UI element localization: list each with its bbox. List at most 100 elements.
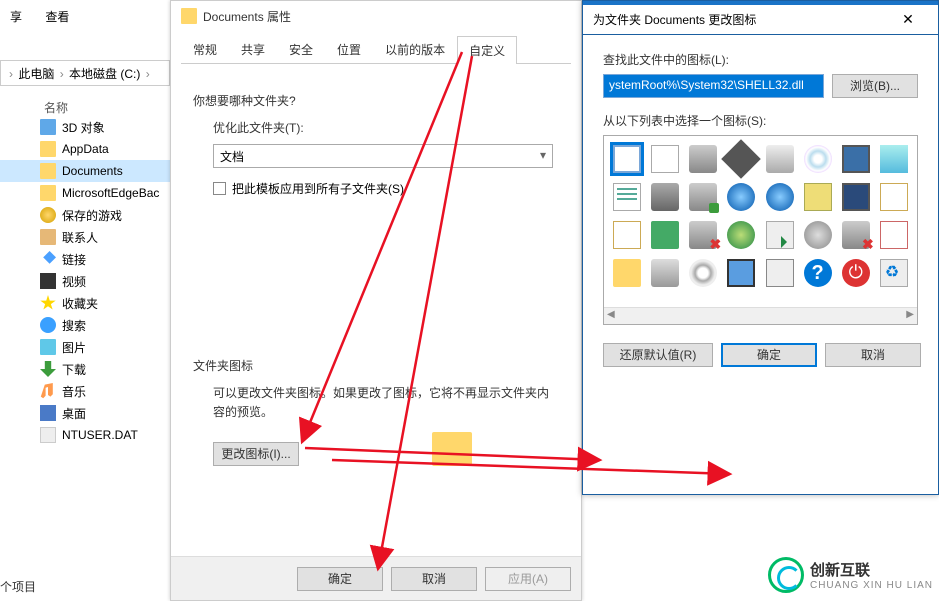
- icon-option[interactable]: [877, 218, 911, 252]
- file-list: 3D 对象 AppDataDocuments MicrosoftEdgeBac 保存的…: [0, 116, 170, 446]
- icon-option[interactable]: [648, 218, 682, 252]
- tab[interactable]: 共享: [229, 35, 277, 63]
- dialog-button-row: 确定 取消 应用(A): [171, 556, 581, 600]
- icon-option[interactable]: [763, 256, 797, 290]
- document-icon: [613, 221, 641, 249]
- icon-option[interactable]: [877, 180, 911, 214]
- icon-option[interactable]: [724, 218, 758, 252]
- list-item[interactable]: 保存的游戏: [0, 204, 170, 226]
- browse-button[interactable]: 浏览(B)...: [832, 74, 918, 98]
- optimize-select[interactable]: 文档: [213, 144, 553, 168]
- dialog-title-text: Documents 属性: [203, 8, 291, 25]
- list-item[interactable]: Documents: [0, 160, 170, 182]
- ok-button[interactable]: 确定: [721, 343, 817, 367]
- item-label: 3D 对象: [62, 119, 105, 136]
- tab[interactable]: 以前的版本: [373, 35, 457, 63]
- breadcrumb-part[interactable]: 本地磁盘 (C:): [69, 67, 140, 81]
- icon-option[interactable]: [801, 142, 835, 176]
- gear-icon: [804, 221, 832, 249]
- icon-option[interactable]: [763, 218, 797, 252]
- icon-option[interactable]: [763, 180, 797, 214]
- breadcrumb[interactable]: › 此电脑 › 本地磁盘 (C:) ›: [0, 60, 170, 86]
- list-item[interactable]: 下载: [0, 358, 170, 380]
- item-label: 桌面: [62, 405, 86, 422]
- breadcrumb-part[interactable]: 此电脑: [18, 67, 54, 81]
- icon-grid-container: ? ⏻: [603, 135, 918, 325]
- menu-item[interactable]: 享: [0, 0, 32, 33]
- change-icon-dialog: 为文件夹 Documents 更改图标 ✕ 查找此文件中的图标(L): yste…: [582, 0, 939, 495]
- explorer-menu: 享 查看: [0, 0, 170, 32]
- icon-option[interactable]: [686, 180, 720, 214]
- icon-option[interactable]: [801, 218, 835, 252]
- document-icon: [613, 145, 641, 173]
- close-button[interactable]: ✕: [888, 6, 928, 34]
- icon-option[interactable]: [724, 142, 758, 176]
- icon-option[interactable]: [610, 142, 644, 176]
- icon-option[interactable]: [877, 142, 911, 176]
- ok-button[interactable]: 确定: [297, 567, 383, 591]
- folder-preview-icon: [432, 432, 472, 466]
- tab[interactable]: 安全: [277, 35, 325, 63]
- cd-icon: [689, 259, 717, 287]
- drive-icon: [689, 145, 717, 173]
- restore-defaults-button[interactable]: 还原默认值(R): [603, 343, 713, 367]
- icon-option[interactable]: [610, 256, 644, 290]
- item-icon: [40, 383, 56, 399]
- watermark: 创新互联 CHUANG XIN HU LIAN: [768, 557, 933, 593]
- calculator-icon: [766, 259, 794, 287]
- icon-option[interactable]: [839, 218, 873, 252]
- icon-option[interactable]: [877, 256, 911, 290]
- icon-option[interactable]: [724, 180, 758, 214]
- icon-option[interactable]: [763, 142, 797, 176]
- icon-option[interactable]: [686, 256, 720, 290]
- apply-template-checkbox-row[interactable]: 把此模板应用到所有子文件夹(S): [213, 180, 559, 197]
- change-icon-button[interactable]: 更改图标(I)...: [213, 442, 299, 466]
- folder-icon: [613, 259, 641, 287]
- icon-option[interactable]: [648, 256, 682, 290]
- horizontal-scrollbar[interactable]: [604, 307, 917, 324]
- cancel-button[interactable]: 取消: [391, 567, 477, 591]
- disconnected-drive-icon: [689, 221, 717, 249]
- group-description: 可以更改文件夹图标。如果更改了图标，它将不再显示文件夹内容的预览。: [213, 384, 559, 422]
- list-item[interactable]: MicrosoftEdgeBac: [0, 182, 170, 204]
- icon-path-input[interactable]: ystemRoot%\System32\SHELL32.dll: [603, 74, 824, 98]
- list-item[interactable]: AppData: [0, 138, 170, 160]
- dialog-titlebar[interactable]: Documents 属性: [171, 1, 581, 31]
- icon-option[interactable]: [724, 256, 758, 290]
- tab[interactable]: 常规: [181, 35, 229, 63]
- monitor-icon: [727, 259, 755, 287]
- tab[interactable]: 位置: [325, 35, 373, 63]
- list-item[interactable]: 3D 对象: [0, 116, 170, 138]
- menu-item[interactable]: 查看: [35, 0, 79, 33]
- tab[interactable]: 自定义: [457, 36, 517, 64]
- network-icon: [880, 145, 908, 173]
- list-item[interactable]: 音乐: [0, 380, 170, 402]
- list-item[interactable]: 桌面: [0, 402, 170, 424]
- cancel-button[interactable]: 取消: [825, 343, 921, 367]
- list-item[interactable]: 图片: [0, 336, 170, 358]
- list-item[interactable]: 收藏夹: [0, 292, 170, 314]
- icon-option[interactable]: [610, 218, 644, 252]
- icon-option[interactable]: [839, 180, 873, 214]
- icon-option[interactable]: [686, 142, 720, 176]
- checkbox-icon[interactable]: [213, 182, 226, 195]
- list-item[interactable]: 搜索: [0, 314, 170, 336]
- dialog-titlebar[interactable]: 为文件夹 Documents 更改图标 ✕: [583, 5, 938, 35]
- item-label: 下载: [62, 361, 86, 378]
- list-item[interactable]: 链接: [0, 248, 170, 270]
- icon-option[interactable]: [648, 180, 682, 214]
- hdd-icon: [651, 259, 679, 287]
- icon-option[interactable]: [648, 142, 682, 176]
- item-icon: [40, 119, 56, 135]
- list-item[interactable]: 联系人: [0, 226, 170, 248]
- item-label: MicrosoftEdgeBac: [62, 186, 159, 200]
- icon-option[interactable]: [839, 142, 873, 176]
- icon-option[interactable]: [610, 180, 644, 214]
- icon-option[interactable]: [801, 180, 835, 214]
- icon-option[interactable]: ⏻: [839, 256, 873, 290]
- icon-option[interactable]: ?: [801, 256, 835, 290]
- icon-option[interactable]: [686, 218, 720, 252]
- globe-icon: [766, 183, 794, 211]
- list-item[interactable]: 视频: [0, 270, 170, 292]
- list-item[interactable]: NTUSER.DAT: [0, 424, 170, 446]
